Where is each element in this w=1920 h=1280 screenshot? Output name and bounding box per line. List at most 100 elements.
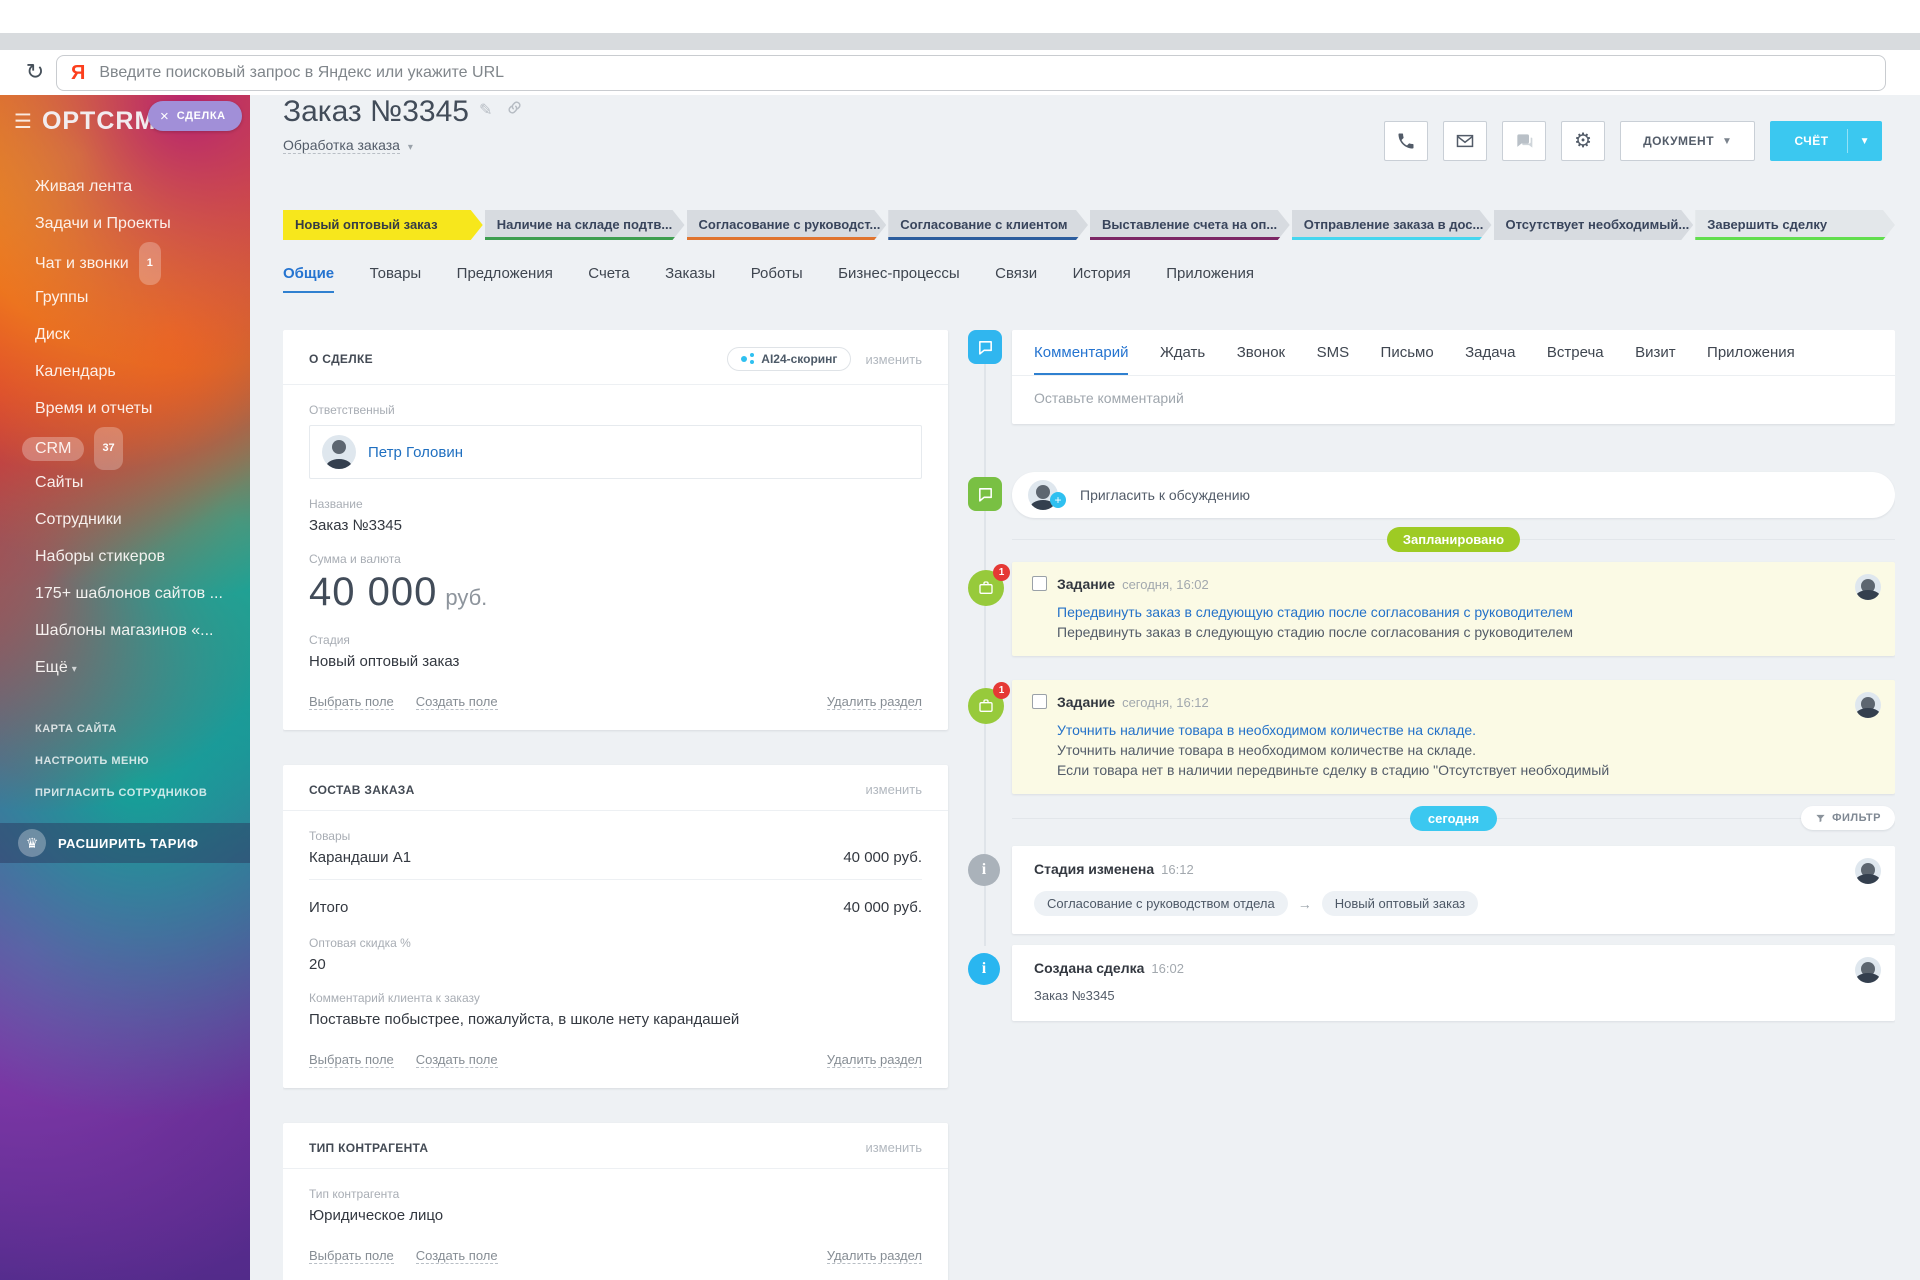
hamburger-menu-icon[interactable]: ☰: [14, 109, 32, 134]
event-card: Создана сделка 16:02 Заказ №3345: [1012, 945, 1895, 1021]
sidebar-item-groups[interactable]: Группы: [0, 279, 250, 316]
timeline-tab-comment[interactable]: Комментарий: [1034, 344, 1129, 375]
task-checkbox[interactable]: [1032, 576, 1047, 591]
stage-new-wholesale-order[interactable]: Новый оптовый заказ: [283, 210, 483, 240]
sidebar-item-calendar[interactable]: Календарь: [0, 353, 250, 390]
invite-row: + Пригласить к обсуждению: [968, 472, 1895, 518]
upgrade-plan-button[interactable]: ♛ РАСШИРИТЬ ТАРИФ: [0, 823, 250, 863]
sidebar-item-employees[interactable]: Сотрудники: [0, 501, 250, 538]
url-input[interactable]: [99, 64, 1871, 82]
invoice-button[interactable]: СЧЁТ ▼: [1770, 121, 1882, 161]
sidebar-item-shop-templates[interactable]: Шаблоны магазинов «...: [0, 612, 250, 649]
stage-close-deal[interactable]: Завершить сделку: [1695, 210, 1895, 240]
tab-business-processes[interactable]: Бизнес-процессы: [838, 265, 960, 291]
tab-relations[interactable]: Связи: [995, 265, 1037, 291]
task-link[interactable]: Передвинуть заказ в следующую стадию пос…: [1057, 604, 1847, 620]
timeline-tab-wait[interactable]: Ждать: [1160, 344, 1205, 373]
field-label: Оптовая скидка %: [309, 936, 411, 950]
sidebar-item-stickers[interactable]: Наборы стикеров: [0, 538, 250, 575]
edit-section-link[interactable]: изменить: [865, 782, 922, 797]
invite-to-discussion-button[interactable]: + Пригласить к обсуждению: [1012, 472, 1895, 518]
create-field-link[interactable]: Создать поле: [415, 1052, 498, 1068]
chevron-down-icon: ▼: [1722, 135, 1733, 147]
event-title: Создана сделка: [1034, 960, 1145, 976]
create-field-link[interactable]: Создать поле: [415, 694, 498, 710]
refresh-icon[interactable]: ↻: [20, 57, 50, 87]
notification-badge: 1: [993, 564, 1010, 581]
delete-section-link[interactable]: Удалить раздел: [826, 1052, 922, 1068]
timeline-tab-task[interactable]: Задача: [1465, 344, 1515, 373]
create-field-link[interactable]: Создать поле: [415, 1248, 498, 1264]
timeline-tab-call[interactable]: Звонок: [1237, 344, 1285, 373]
stage-manager-approval[interactable]: Согласование с руководст...: [687, 210, 887, 240]
timeline-tab-sms[interactable]: SMS: [1317, 344, 1350, 373]
chevron-down-icon: ▾: [407, 142, 413, 153]
delete-section-link[interactable]: Удалить раздел: [826, 1248, 922, 1264]
tab-invoices[interactable]: Счета: [588, 265, 629, 291]
tab-orders[interactable]: Заказы: [665, 265, 715, 291]
delete-section-link[interactable]: Удалить раздел: [826, 694, 922, 710]
tab-products[interactable]: Товары: [370, 265, 422, 291]
edit-section-link[interactable]: изменить: [865, 1140, 922, 1155]
chevron-down-icon[interactable]: ▼: [1848, 136, 1882, 147]
edit-title-pencil-icon[interactable]: ✎: [479, 102, 492, 119]
filter-button[interactable]: ФИЛЬТР: [1801, 806, 1895, 830]
chat-bubbles-icon: [1517, 134, 1533, 148]
choose-field-link[interactable]: Выбрать поле: [309, 1052, 394, 1068]
call-button[interactable]: [1384, 121, 1429, 161]
pipeline-selector[interactable]: Обработка заказа: [283, 137, 400, 154]
sidebar-item-chat[interactable]: Чат и звонки 1: [0, 242, 250, 285]
sidebar-item-tasks[interactable]: Задачи и Проекты: [0, 205, 250, 242]
timeline-tab-visit[interactable]: Визит: [1635, 344, 1676, 373]
chat-button[interactable]: [1502, 121, 1547, 161]
stage-client-approval[interactable]: Согласование с клиентом: [888, 210, 1088, 240]
edit-section-link[interactable]: изменить: [865, 352, 922, 367]
section-title: СОСТАВ ЗАКАЗА: [309, 782, 415, 797]
timeline-tab-apps[interactable]: Приложения: [1707, 344, 1795, 373]
tab-robots[interactable]: Роботы: [751, 265, 803, 291]
task-checkbox[interactable]: [1032, 694, 1047, 709]
task-icon: 1: [968, 564, 1010, 606]
sidebar-item-time-reports[interactable]: Время и отчеты: [0, 390, 250, 427]
document-button[interactable]: ДОКУМЕНТ ▼: [1620, 121, 1756, 161]
avatar: [322, 435, 356, 469]
choose-field-link[interactable]: Выбрать поле: [309, 694, 394, 710]
tab-history[interactable]: История: [1073, 265, 1131, 291]
browser-chrome: ↻ Я: [0, 0, 1920, 95]
sidebar-item-live-feed[interactable]: Живая лента: [0, 168, 250, 205]
sidebar-item-disk[interactable]: Диск: [0, 316, 250, 353]
timeline-tab-meeting[interactable]: Встреча: [1547, 344, 1604, 373]
timeline-tab-email[interactable]: Письмо: [1381, 344, 1434, 373]
ai-scoring-button[interactable]: AI24-скоринг: [727, 347, 852, 371]
settings-button[interactable]: ⚙: [1561, 121, 1606, 161]
stage-delivery[interactable]: Отправление заказа в дос...: [1292, 210, 1492, 240]
invite-employees-link[interactable]: ПРИГЛАСИТЬ СОТРУДНИКОВ: [0, 777, 250, 809]
choose-field-link[interactable]: Выбрать поле: [309, 1248, 394, 1264]
browser-toolbar: ↻ Я: [0, 50, 1920, 95]
stage-missing-item[interactable]: Отсутствует необходимый...: [1494, 210, 1694, 240]
url-bar[interactable]: Я: [56, 55, 1886, 91]
phone-icon: [1398, 133, 1414, 149]
task-card: Задание сегодня, 16:02 Передвинуть заказ …: [1012, 562, 1895, 656]
stage-invoice[interactable]: Выставление счета на оп...: [1090, 210, 1290, 240]
sitemap-link[interactable]: КАРТА САЙТА: [0, 713, 250, 745]
timeline-composer: Комментарий Ждать Звонок SMS Письмо Зада…: [968, 330, 1895, 424]
comment-input[interactable]: Оставьте комментарий: [1012, 376, 1895, 424]
tab-quotes[interactable]: Предложения: [457, 265, 553, 291]
configure-menu-link[interactable]: НАСТРОИТЬ МЕНЮ: [0, 745, 250, 777]
stage-stock-confirmed[interactable]: Наличие на складе подтв...: [485, 210, 685, 240]
comment-bubble-icon: [968, 330, 1002, 364]
email-button[interactable]: [1443, 121, 1488, 161]
sidebar-item-crm[interactable]: CRM 37: [0, 427, 250, 470]
close-icon[interactable]: ×: [160, 108, 169, 125]
sidebar-item-site-templates[interactable]: 175+ шаблонов сайтов ...: [0, 575, 250, 612]
task-description: Если товара нет в наличии передвиньте сд…: [1057, 762, 1610, 778]
tab-general[interactable]: Общие: [283, 265, 335, 293]
responsible-link[interactable]: Петр Головин: [368, 444, 463, 461]
deal-tab[interactable]: × СДЕЛКА: [148, 101, 242, 131]
sidebar-item-sites[interactable]: Сайты: [0, 464, 250, 501]
copy-link-icon[interactable]: [502, 101, 521, 119]
task-link[interactable]: Уточнить наличие товара в необходимом ко…: [1057, 722, 1847, 738]
sidebar-item-more[interactable]: Ещё ▾: [0, 649, 250, 686]
tab-apps[interactable]: Приложения: [1166, 265, 1254, 291]
